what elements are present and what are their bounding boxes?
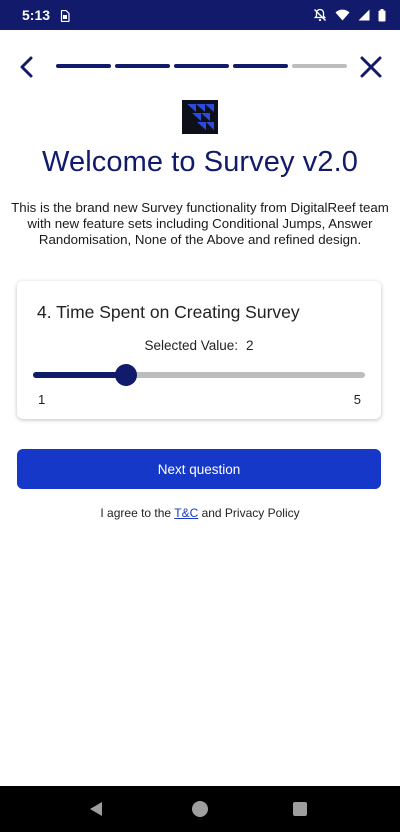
slider-max-label: 5 (353, 392, 361, 407)
slider-min-label: 1 (38, 392, 46, 407)
battery-icon (378, 8, 386, 22)
question-title: 4. Time Spent on Creating Survey (37, 302, 300, 322)
progress-segment (56, 64, 111, 68)
page-title: Welcome to Survey v2.0 (42, 146, 358, 178)
slider-fill (33, 372, 126, 378)
progress-segment (115, 64, 170, 68)
rating-slider[interactable] (33, 361, 365, 389)
back-triangle-icon[interactable] (88, 801, 104, 817)
selected-value: 2 (246, 338, 254, 353)
survey-screen: 5:13 Welcome to Survey v2.0 This is the … (0, 0, 400, 832)
status-time: 5:13 (22, 7, 51, 23)
question-card: 4. Time Spent on Creating Survey Selecte… (17, 281, 381, 419)
progress-segment (233, 64, 288, 68)
terms-prefix: I agree to the (100, 506, 175, 520)
status-icons (313, 8, 386, 22)
sim-card-icon (60, 9, 70, 23)
terms-link[interactable]: T&C (174, 506, 198, 520)
signal-icon (358, 9, 370, 21)
terms-agreement: I agree to the T&C and Privacy Policy (0, 506, 400, 520)
notifications-off-icon (313, 8, 327, 22)
system-nav-bar (0, 786, 400, 832)
close-button[interactable] (358, 54, 384, 80)
status-bar: 5:13 (0, 0, 400, 30)
selected-value-label: Selected Value: (144, 338, 239, 353)
terms-suffix: and Privacy Policy (198, 506, 300, 520)
slider-thumb[interactable] (114, 364, 137, 386)
chevron-left-icon (20, 56, 33, 78)
next-question-button[interactable]: Next question (17, 449, 381, 489)
digitalreef-logo-icon (182, 100, 218, 134)
survey-progress-bar (56, 64, 347, 68)
wifi-icon (335, 9, 350, 21)
progress-segment (292, 64, 347, 68)
back-button[interactable] (14, 54, 42, 80)
selected-value-row: Selected Value: 2 (17, 338, 381, 353)
home-circle-icon[interactable] (192, 801, 208, 817)
intro-text: This is the brand new Survey functionali… (11, 200, 389, 247)
close-icon (360, 56, 382, 78)
progress-segment (174, 64, 229, 68)
recents-square-icon[interactable] (293, 802, 307, 816)
survey-top-nav (0, 48, 400, 84)
